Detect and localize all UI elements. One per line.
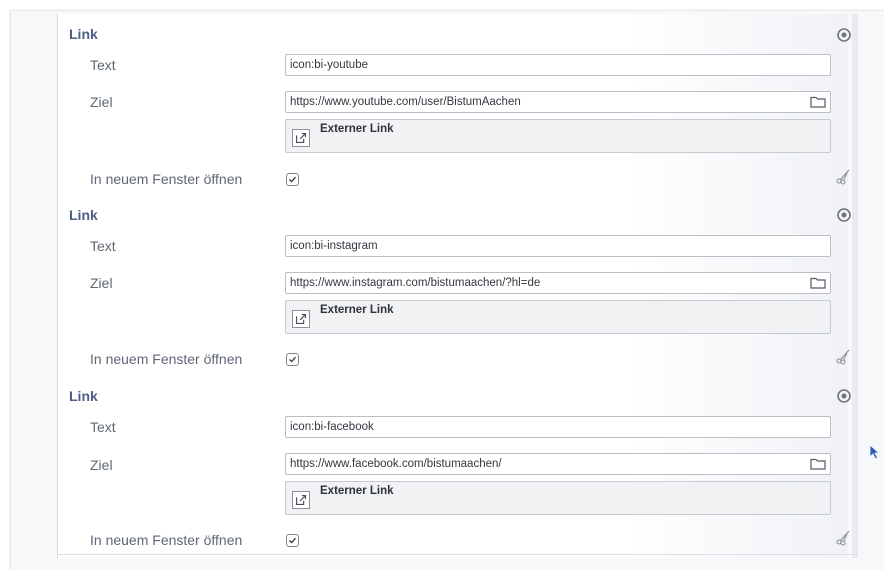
target-input[interactable]: https://www.youtube.com/user/BistumAache…: [285, 91, 831, 113]
text-field-label: Text: [90, 419, 116, 435]
new-window-label: In neuem Fenster öffnen: [90, 171, 243, 187]
scissors-icon[interactable]: [835, 347, 853, 365]
circle-dot-icon[interactable]: [836, 207, 852, 223]
circle-dot-icon[interactable]: [836, 27, 852, 43]
external-link-label: Externer Link: [320, 304, 394, 316]
text-input[interactable]: icon:bi-youtube: [285, 54, 831, 76]
new-window-checkbox[interactable]: [286, 173, 299, 186]
text-input[interactable]: icon:bi-instagram: [285, 235, 831, 257]
new-window-checkbox[interactable]: [286, 534, 299, 547]
folder-icon[interactable]: [810, 458, 826, 470]
new-window-checkbox[interactable]: [286, 353, 299, 366]
external-link-icon: [292, 310, 310, 328]
external-link-box[interactable]: Externer Link: [285, 300, 831, 334]
scissors-icon[interactable]: [835, 528, 853, 546]
text-input[interactable]: icon:bi-facebook: [285, 416, 831, 438]
external-link-label: Externer Link: [320, 123, 394, 135]
target-input-value: https://www.youtube.com/user/BistumAache…: [290, 96, 521, 108]
panel-right-rail: [852, 14, 858, 558]
target-input-value: https://www.instagram.com/bistumaachen/?…: [290, 277, 541, 289]
text-field-label: Text: [90, 57, 116, 73]
external-link-icon: [292, 491, 310, 509]
circle-dot-icon[interactable]: [836, 388, 852, 404]
external-link-box[interactable]: Externer Link: [285, 119, 831, 153]
external-link-icon: [292, 129, 310, 147]
external-link-label: Externer Link: [320, 485, 394, 497]
mouse-cursor-icon: [869, 444, 881, 460]
target-field-label: Ziel: [90, 457, 113, 473]
external-link-box[interactable]: Externer Link: [285, 481, 831, 515]
new-window-label: In neuem Fenster öffnen: [90, 351, 243, 367]
panel-bottom-border: [57, 554, 858, 555]
target-input[interactable]: https://www.facebook.com/bistumaachen/: [285, 453, 831, 475]
link-group-heading: Link: [69, 207, 98, 223]
scissors-icon[interactable]: [835, 167, 853, 185]
target-input-value: https://www.facebook.com/bistumaachen/: [290, 458, 502, 470]
link-group-heading: Link: [69, 388, 98, 404]
text-field-label: Text: [90, 238, 116, 254]
link-group-heading: Link: [69, 26, 98, 42]
new-window-label: In neuem Fenster öffnen: [90, 532, 243, 548]
target-field-label: Ziel: [90, 275, 113, 291]
folder-icon[interactable]: [810, 96, 826, 108]
target-field-label: Ziel: [90, 94, 113, 110]
target-input[interactable]: https://www.instagram.com/bistumaachen/?…: [285, 272, 831, 294]
folder-icon[interactable]: [810, 277, 826, 289]
